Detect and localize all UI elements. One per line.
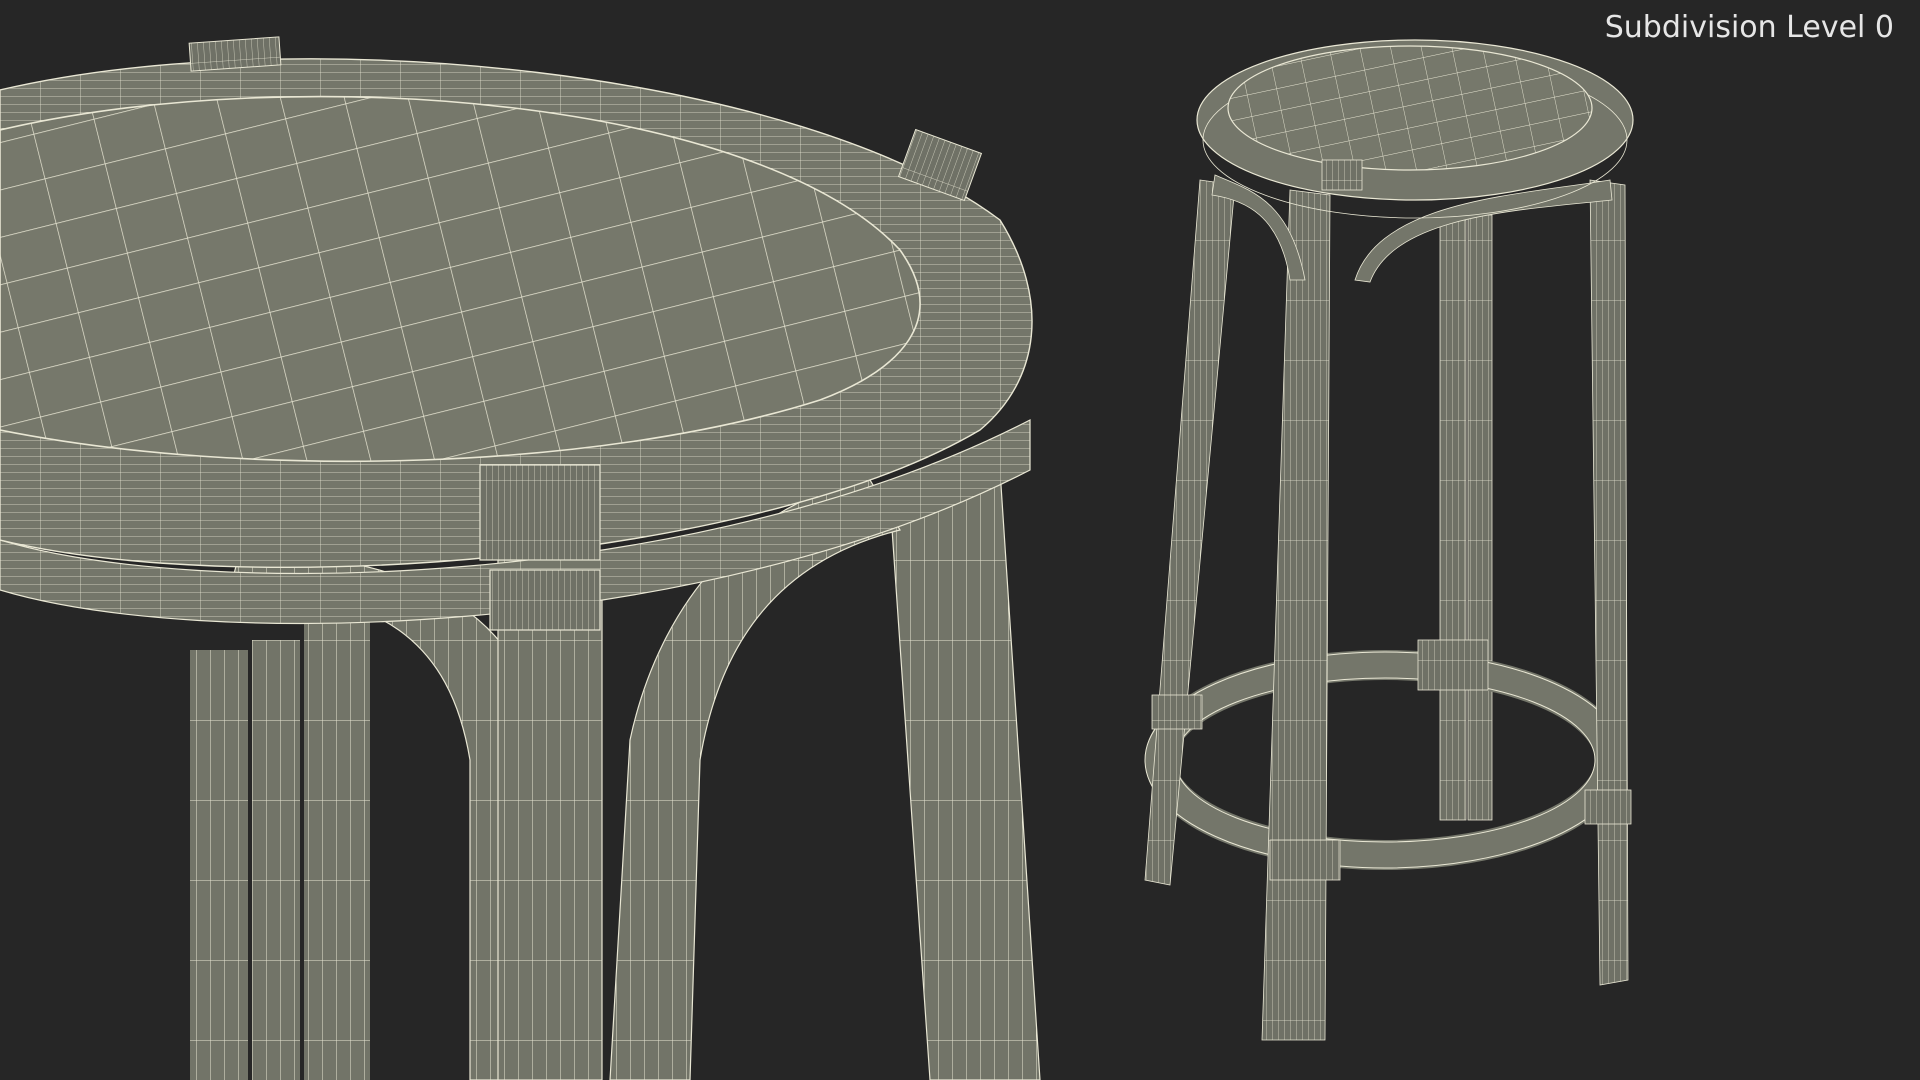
- stool-wrap-ring-right: [1584, 789, 1632, 825]
- stool-seat-top: [1227, 45, 1593, 171]
- stool-back-leg-1: [1439, 219, 1467, 821]
- closeup-joint-wrap-front: [479, 464, 601, 561]
- closeup-back-leg-1: [190, 650, 248, 1080]
- closeup-front-leg: [497, 559, 603, 1080]
- closeup-joint-wrap-lower: [489, 569, 601, 631]
- stool-left-leg: [1144, 179, 1236, 886]
- closeup-back-leg-2: [252, 640, 300, 1080]
- subdivision-level-label: Subdivision Level 0: [1604, 10, 1894, 45]
- closeup-back-leg-3: [304, 600, 370, 1080]
- closeup-view: [0, 36, 1041, 1080]
- stool-back-leg-2: [1467, 214, 1493, 821]
- stool-right-leg: [1589, 179, 1629, 986]
- stool-wrap-front: [1321, 159, 1363, 191]
- stool-wrap-ring-back: [1417, 639, 1489, 691]
- render-viewport: Subdivision Level 0: [0, 0, 1920, 1080]
- stool-front-leg: [1261, 189, 1331, 1041]
- stool-footrest-ring: [1145, 650, 1625, 870]
- stool-wrap-ring-front: [1269, 839, 1341, 881]
- stool-wrap-ring-left: [1151, 694, 1203, 730]
- closeup-right-leg: [889, 469, 1041, 1080]
- wireframe-render: [0, 36, 1634, 1080]
- full-view: [1144, 39, 1634, 1041]
- closeup-joint-wrap-top: [188, 36, 282, 72]
